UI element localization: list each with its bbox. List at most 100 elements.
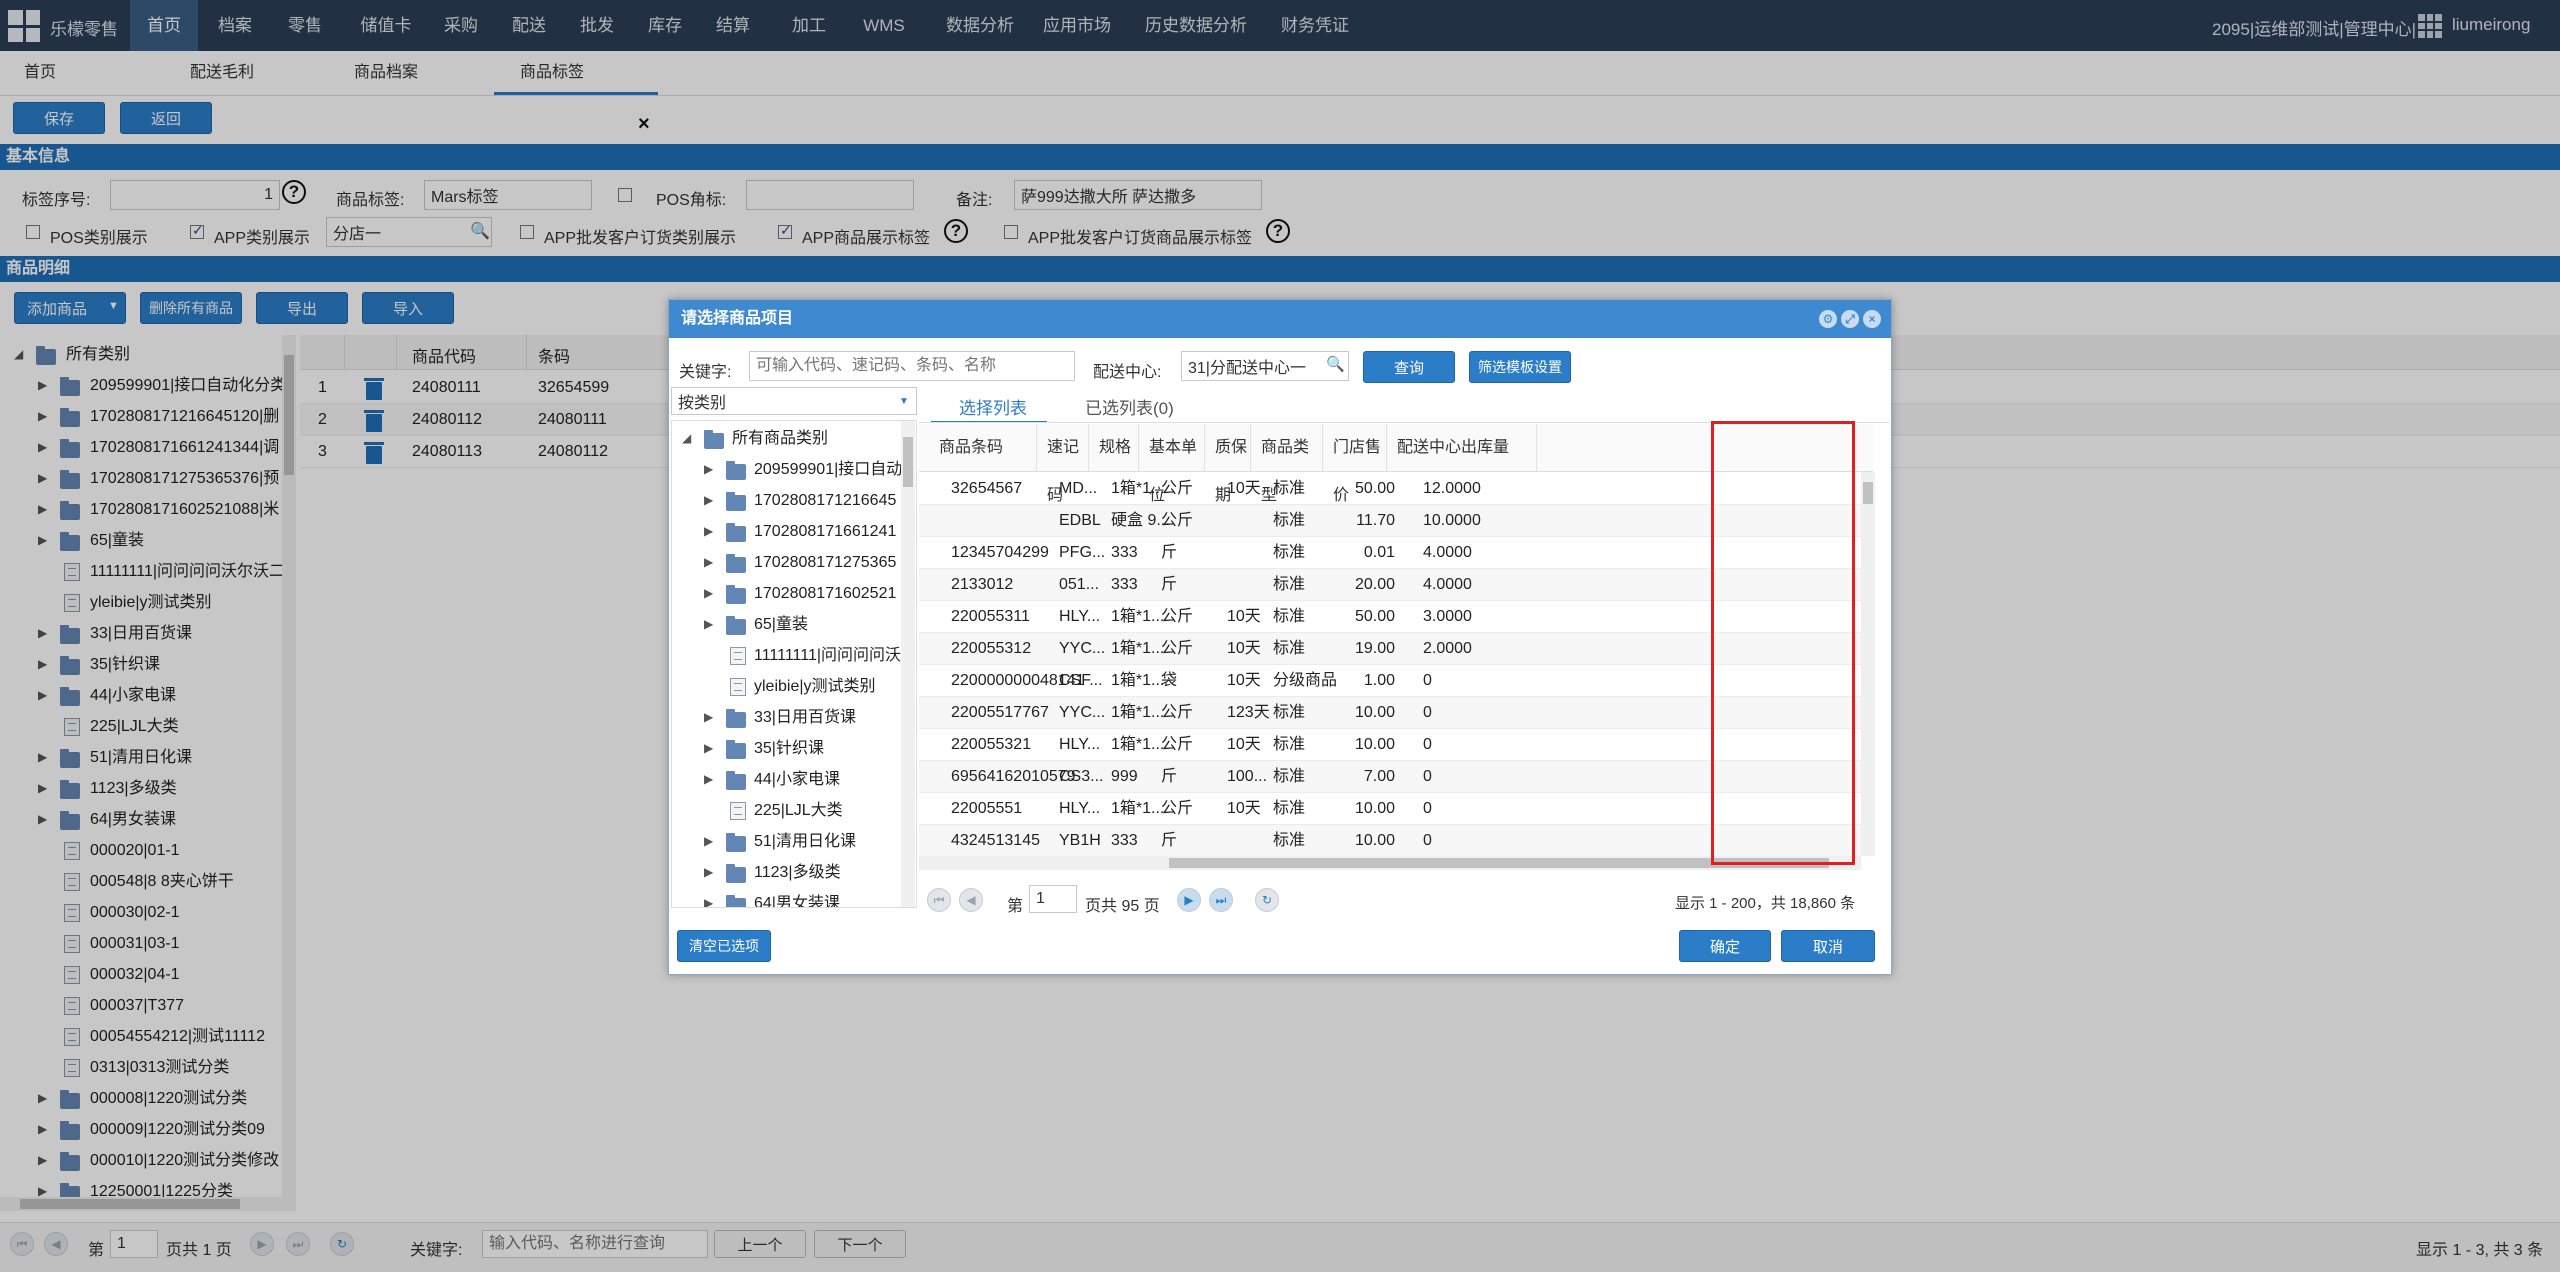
shortcode-cell: CSF... xyxy=(1059,672,1103,689)
dialog-tree-scrollbar-thumb[interactable] xyxy=(903,437,913,487)
collapsed-arrow-icon[interactable]: ▶ xyxy=(704,888,713,907)
dialog-tree-node[interactable]: ▶ 1123|多级类 xyxy=(672,857,902,888)
column-header-store-price[interactable]: 门店售价 xyxy=(1323,424,1387,504)
dialog-tree-node[interactable]: ▶ 64|男女装课 xyxy=(672,888,902,907)
dialog-tree-node[interactable]: ▶ 209599901|接口自动 xyxy=(672,454,902,485)
dialog-tree-node[interactable]: 11111111|问问问问沃 xyxy=(672,640,902,671)
unit-cell: 公斤 xyxy=(1161,704,1194,721)
cancel-button[interactable]: 取消 xyxy=(1781,930,1875,962)
refresh-icon[interactable]: ↻ xyxy=(1255,888,1279,912)
collapsed-arrow-icon[interactable]: ▶ xyxy=(704,702,713,733)
query-button[interactable]: 查询 xyxy=(1363,351,1455,383)
category-leaf-icon xyxy=(730,678,746,696)
chevron-down-icon[interactable]: ▼ xyxy=(899,396,909,407)
last-page-icon[interactable]: ⏭ xyxy=(1209,888,1233,912)
close-icon[interactable]: × xyxy=(1863,310,1881,328)
store-price-cell: 19.00 xyxy=(1354,640,1395,657)
dialog-tree-scrollbar[interactable] xyxy=(901,421,915,907)
column-header-spec[interactable]: 规格 xyxy=(1089,424,1139,472)
column-header-shelf-life[interactable]: 质保期 xyxy=(1205,424,1251,504)
dialog-tree-node[interactable]: ◢ 所有商品类别 xyxy=(672,423,902,454)
prev-page-icon[interactable]: ◀ xyxy=(959,888,983,912)
dc-out-qty-cell: 3.0000 xyxy=(1423,608,1472,625)
clear-selected-button[interactable]: 清空已选项 xyxy=(677,930,771,962)
collapsed-arrow-icon[interactable]: ▶ xyxy=(704,733,713,764)
unit-cell: 斤 xyxy=(1161,576,1178,593)
category-leaf-icon xyxy=(730,647,746,665)
dc-out-qty-cell: 0 xyxy=(1423,832,1432,849)
expanded-arrow-icon[interactable]: ◢ xyxy=(682,423,691,454)
settings-icon[interactable]: ⚙ xyxy=(1819,310,1837,328)
column-header-shortcode[interactable]: 速记码 xyxy=(1037,424,1089,504)
dialog-keyword-input[interactable] xyxy=(749,351,1075,381)
filter-template-button[interactable]: 筛选模板设置 xyxy=(1469,351,1571,383)
store-price-cell: 11.70 xyxy=(1356,512,1395,529)
collapsed-arrow-icon[interactable]: ▶ xyxy=(704,485,713,516)
dialog-tree-node[interactable]: ▶ 44|小家电课 xyxy=(672,764,902,795)
dc-out-qty-cell: 10.0000 xyxy=(1423,512,1481,529)
tab-select-list[interactable]: 选择列表 xyxy=(959,394,1027,419)
dialog-page-total: 页共 95 页 xyxy=(1085,898,1160,915)
category-mode-select[interactable] xyxy=(671,387,917,415)
tree-node-label: 1702808171275365 xyxy=(754,554,897,571)
dc-out-qty-cell: 0 xyxy=(1423,800,1432,817)
unit-cell: 斤 xyxy=(1161,544,1178,561)
first-page-icon[interactable]: ⏮ xyxy=(927,888,951,912)
unit-cell: 公斤 xyxy=(1161,512,1194,529)
collapsed-arrow-icon[interactable]: ▶ xyxy=(704,454,713,485)
dialog-tree-node[interactable]: ▶ 65|童装 xyxy=(672,609,902,640)
unit-cell: 公斤 xyxy=(1161,640,1194,657)
shortcode-cell: CS3... xyxy=(1059,768,1104,785)
ok-button[interactable]: 确定 xyxy=(1679,930,1771,962)
category-leaf-icon xyxy=(730,802,746,820)
dialog-tree-node[interactable]: ▶ 1702808171216645 xyxy=(672,485,902,516)
unit-cell: 公斤 xyxy=(1161,800,1194,817)
dialog-keyword-label: 关键字: xyxy=(679,364,732,381)
dc-out-qty-cell: 0 xyxy=(1423,736,1432,753)
dialog-grid-scrollbar-thumb[interactable] xyxy=(1863,482,1873,504)
tree-node-label: 44|小家电课 xyxy=(754,771,840,788)
dialog-grid-scrollbar[interactable] xyxy=(1861,472,1875,856)
collapsed-arrow-icon[interactable]: ▶ xyxy=(704,516,713,547)
tree-node-label: 1702808171216645 xyxy=(754,492,897,509)
collapsed-arrow-icon[interactable]: ▶ xyxy=(704,578,713,609)
dialog-dc-select[interactable] xyxy=(1181,351,1349,381)
tree-node-label: 209599901|接口自动 xyxy=(754,461,902,478)
dc-out-qty-cell: 0 xyxy=(1423,672,1432,689)
maximize-icon[interactable]: ⤢ xyxy=(1841,310,1859,328)
collapsed-arrow-icon[interactable]: ▶ xyxy=(704,826,713,857)
dialog-tree-node[interactable]: ▶ 33|日用百货课 xyxy=(672,702,902,733)
store-price-cell: 20.00 xyxy=(1354,576,1395,593)
highlight-box xyxy=(1711,421,1855,865)
dialog-tree-node[interactable]: ▶ 1702808171661241 xyxy=(672,516,902,547)
next-page-icon[interactable]: ▶ xyxy=(1177,888,1201,912)
dialog-tree-node[interactable]: 225|LJL大类 xyxy=(672,795,902,826)
folder-icon xyxy=(726,740,746,759)
dialog-tree-node[interactable]: ▶ 1702808171275365 xyxy=(672,547,902,578)
dc-out-qty-cell: 4.0000 xyxy=(1423,544,1472,561)
select-goods-dialog: 请选择商品项目 ⚙ ⤢ × 关键字: 配送中心: 🔍 查询 筛选模板设置 ▼ 选… xyxy=(668,299,1892,975)
dialog-tree-node[interactable]: ▶ 35|针织课 xyxy=(672,733,902,764)
column-header-goods-type[interactable]: 商品类型 xyxy=(1251,424,1323,504)
dialog-tree-node[interactable]: ▶ 1702808171602521 xyxy=(672,578,902,609)
folder-icon xyxy=(726,771,746,790)
column-header-unit[interactable]: 基本单位 xyxy=(1139,424,1205,504)
dialog-page-input[interactable] xyxy=(1029,885,1077,913)
dialog-title: 请选择商品项目 xyxy=(669,300,1891,338)
store-price-cell: 10.00 xyxy=(1354,832,1395,849)
dialog-records-summary: 显示 1 - 200，共 18,860 条 xyxy=(1675,895,1856,912)
collapsed-arrow-icon[interactable]: ▶ xyxy=(704,547,713,578)
column-header-dc-out-qty[interactable]: 配送中心出库量 xyxy=(1387,424,1537,472)
search-icon[interactable]: 🔍 xyxy=(1326,355,1345,373)
dialog-tree-node[interactable]: ▶ 51|清用日化课 xyxy=(672,826,902,857)
dc-out-qty-cell: 12.0000 xyxy=(1423,480,1481,497)
folder-icon xyxy=(726,461,746,480)
dialog-category-tree[interactable]: ◢ 所有商品类别 ▶ 209599901|接口自动 ▶ 1702808171216645 ▶… xyxy=(671,420,917,908)
store-price-cell: 10.00 xyxy=(1354,704,1395,721)
collapsed-arrow-icon[interactable]: ▶ xyxy=(704,857,713,888)
tab-selected-list[interactable]: 已选列表(0) xyxy=(1085,394,1174,419)
collapsed-arrow-icon[interactable]: ▶ xyxy=(704,609,713,640)
collapsed-arrow-icon[interactable]: ▶ xyxy=(704,764,713,795)
dialog-tree-node[interactable]: yleibie|y测试类别 xyxy=(672,671,902,702)
column-header-barcode[interactable]: 商品条码 xyxy=(929,424,1037,472)
